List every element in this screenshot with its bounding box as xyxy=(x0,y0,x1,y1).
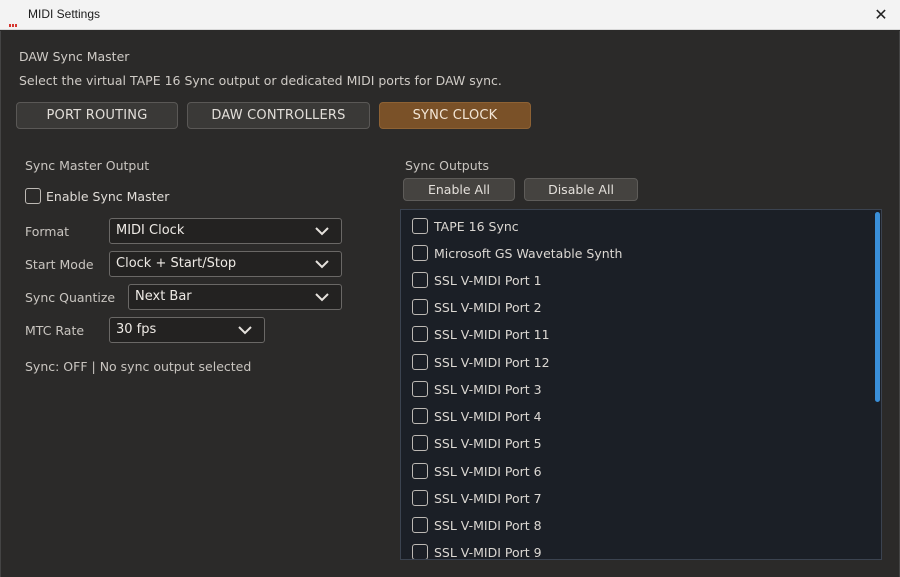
chevron-down-icon xyxy=(315,227,329,236)
sync-quantize-value: Next Bar xyxy=(135,289,192,304)
enable-all-button[interactable]: Enable All xyxy=(403,178,515,201)
title-bar: MIDI Settings ✕ xyxy=(0,0,900,30)
checkbox-unchecked-icon[interactable] xyxy=(412,463,428,479)
output-name: SSL V-MIDI Port 11 xyxy=(434,327,550,342)
sync-outputs-list: TAPE 16 Sync Microsoft GS Wavetable Synt… xyxy=(400,209,882,560)
tab-daw-controllers[interactable]: DAW CONTROLLERS xyxy=(187,102,370,129)
output-name: SSL V-MIDI Port 6 xyxy=(434,464,542,479)
tab-sync-clock[interactable]: SYNC CLOCK xyxy=(379,102,531,129)
output-name: SSL V-MIDI Port 2 xyxy=(434,300,542,315)
checkbox-unchecked-icon[interactable] xyxy=(412,326,428,342)
chevron-down-icon xyxy=(315,260,329,269)
enable-sync-master-checkbox[interactable] xyxy=(25,188,41,204)
output-name: SSL V-MIDI Port 4 xyxy=(434,409,542,424)
format-label: Format xyxy=(25,224,70,239)
mtc-rate-value: 30 fps xyxy=(116,322,157,337)
checkbox-unchecked-icon[interactable] xyxy=(412,490,428,506)
sync-outputs-title: Sync Outputs xyxy=(405,158,490,173)
sync-master-output-title: Sync Master Output xyxy=(25,158,150,173)
disable-all-button[interactable]: Disable All xyxy=(524,178,638,201)
list-scrollbar[interactable] xyxy=(875,212,880,402)
checkbox-unchecked-icon[interactable] xyxy=(412,272,428,288)
output-name: SSL V-MIDI Port 8 xyxy=(434,518,542,533)
output-name: SSL V-MIDI Port 5 xyxy=(434,436,542,451)
start-mode-select[interactable]: Clock + Start/Stop xyxy=(109,251,342,277)
mtc-rate-select[interactable]: 30 fps xyxy=(109,317,265,343)
chevron-down-icon xyxy=(315,293,329,302)
checkbox-unchecked-icon[interactable] xyxy=(412,517,428,533)
enable-sync-master-label: Enable Sync Master xyxy=(46,189,170,204)
settings-panel: DAW Sync Master Select the virtual TAPE … xyxy=(0,31,900,577)
window-title: MIDI Settings xyxy=(28,7,101,21)
section-description: Select the virtual TAPE 16 Sync output o… xyxy=(19,73,502,88)
output-name: SSL V-MIDI Port 7 xyxy=(434,491,542,506)
output-name: TAPE 16 Sync xyxy=(434,219,519,234)
checkbox-unchecked-icon[interactable] xyxy=(412,381,428,397)
output-name: Microsoft GS Wavetable Synth xyxy=(434,246,623,261)
checkbox-unchecked-icon[interactable] xyxy=(412,544,428,559)
output-name: SSL V-MIDI Port 3 xyxy=(434,382,542,397)
app-logo-icon xyxy=(9,12,19,27)
output-name: SSL V-MIDI Port 12 xyxy=(434,355,550,370)
mtc-rate-label: MTC Rate xyxy=(25,323,85,338)
output-name: SSL V-MIDI Port 9 xyxy=(434,545,542,560)
section-title: DAW Sync Master xyxy=(19,49,130,64)
checkbox-unchecked-icon[interactable] xyxy=(412,299,428,315)
chevron-down-icon xyxy=(238,326,252,335)
checkbox-unchecked-icon[interactable] xyxy=(412,354,428,370)
sync-quantize-select[interactable]: Next Bar xyxy=(128,284,342,310)
start-mode-label: Start Mode xyxy=(25,257,94,272)
sync-quantize-label: Sync Quantize xyxy=(25,290,116,305)
output-name: SSL V-MIDI Port 1 xyxy=(434,273,542,288)
start-mode-value: Clock + Start/Stop xyxy=(116,256,237,271)
checkbox-unchecked-icon[interactable] xyxy=(412,245,428,261)
checkbox-unchecked-icon[interactable] xyxy=(412,408,428,424)
checkbox-unchecked-icon[interactable] xyxy=(412,435,428,451)
checkbox-unchecked-icon[interactable] xyxy=(412,218,428,234)
sync-status-text: Sync: OFF | No sync output selected xyxy=(25,359,252,374)
tab-port-routing[interactable]: PORT ROUTING xyxy=(16,102,178,129)
close-icon[interactable]: ✕ xyxy=(868,2,894,28)
format-value: MIDI Clock xyxy=(116,223,185,238)
format-select[interactable]: MIDI Clock xyxy=(109,218,342,244)
